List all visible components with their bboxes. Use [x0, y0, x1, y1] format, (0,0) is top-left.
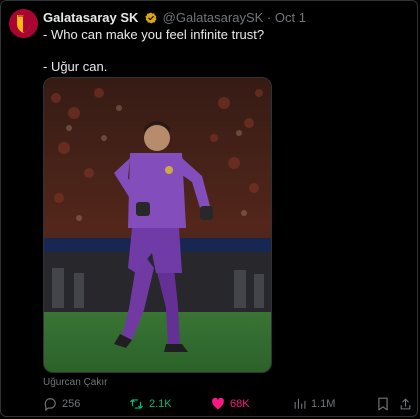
- views-icon: [294, 398, 306, 409]
- share-button[interactable]: [399, 397, 412, 411]
- tweet-actions: 256 2.1K 68K 1.1M: [43, 397, 415, 413]
- tweet-photo[interactable]: [43, 77, 272, 373]
- tweet-text: - Who can make you feel infinite trust? …: [43, 27, 264, 75]
- tweet-header: Galatasaray SK @GalatasaraySK · Oct 1: [43, 10, 306, 28]
- reply-button[interactable]: 256: [43, 397, 80, 411]
- tweet-date[interactable]: Oct 1: [275, 10, 306, 25]
- retweet-icon: [130, 399, 143, 409]
- views-button[interactable]: 1.1M: [293, 397, 335, 410]
- verified-badge-icon: [145, 12, 157, 28]
- bookmark-icon: [378, 397, 388, 411]
- bookmark-button[interactable]: [377, 397, 389, 411]
- like-count: 68K: [230, 397, 250, 410]
- author-handle[interactable]: @GalatasaraySK: [163, 10, 264, 25]
- reply-icon: [44, 398, 56, 411]
- galatasaray-logo-icon: [9, 9, 38, 38]
- author-name[interactable]: Galatasaray SK: [43, 10, 138, 25]
- like-button[interactable]: 68K: [211, 397, 250, 410]
- tweet-card[interactable]: Galatasaray SK @GalatasaraySK · Oct 1 - …: [0, 0, 418, 417]
- view-count: 1.1M: [311, 397, 336, 410]
- tweet-text-line: - Uğur can.: [43, 59, 108, 74]
- reply-count: 256: [62, 398, 81, 410]
- retweet-button[interactable]: 2.1K: [129, 397, 172, 411]
- share-icon: [400, 398, 411, 410]
- goalkeeper-celebration-photo: [44, 78, 271, 372]
- avatar[interactable]: [9, 9, 38, 38]
- retweet-count: 2.1K: [149, 398, 172, 410]
- tweet-text-line: - Who can make you feel infinite trust?: [43, 27, 265, 42]
- header-separator: ·: [266, 10, 272, 25]
- media-credit[interactable]: Uğurcan Çakır: [43, 377, 107, 388]
- heart-icon: [212, 397, 224, 410]
- tweet-text-gap: [43, 43, 264, 59]
